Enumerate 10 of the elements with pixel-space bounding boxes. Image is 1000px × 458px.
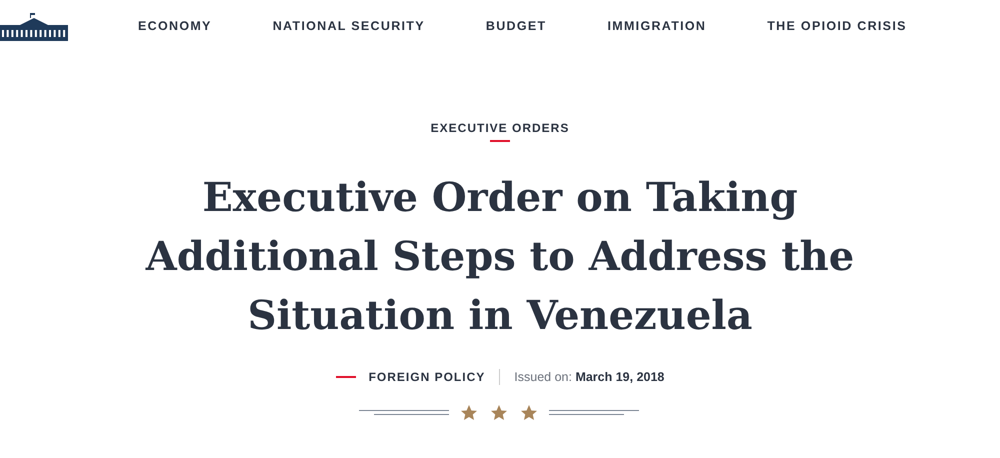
article-title: Executive Order on Taking Additional Steps to Address the Situation in Venezuela — [144, 173, 856, 341]
issue-date: Issued on: March 19, 2018 — [514, 370, 664, 384]
nav-link[interactable]: NATIONAL SECURITY — [272, 19, 425, 33]
nav-link[interactable]: IMMIGRATION — [607, 19, 706, 33]
building-icon[interactable] — [0, 11, 68, 41]
nav-link[interactable]: THE OPIOID CRISIS — [767, 19, 907, 33]
topic-link[interactable]: FOREIGN POLICY — [368, 370, 486, 384]
nav-link[interactable]: ECONOMY — [138, 19, 212, 33]
category-link[interactable]: EXECUTIVE ORDERS — [430, 121, 570, 135]
nav-link[interactable]: BUDGET — [486, 19, 546, 33]
